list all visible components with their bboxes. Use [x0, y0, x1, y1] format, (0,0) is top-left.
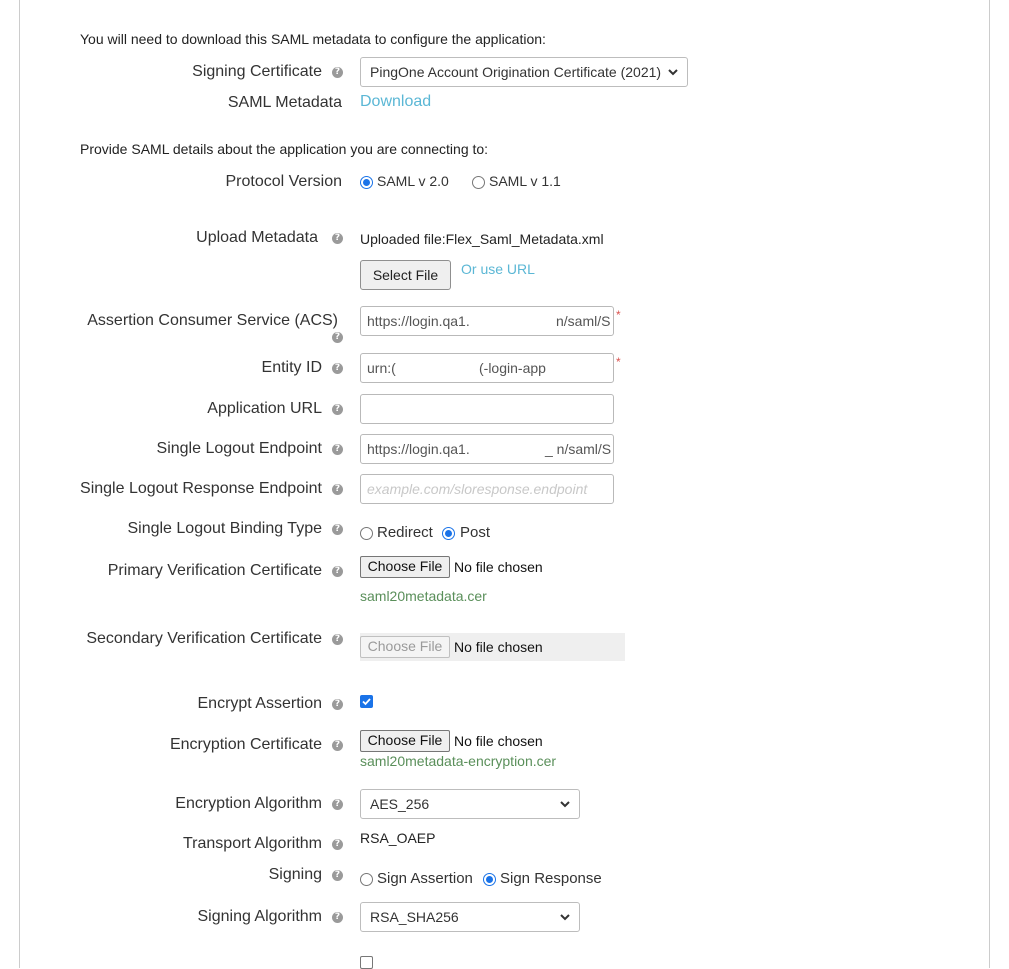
- protocol-saml11-label: SAML v 1.1: [489, 173, 561, 189]
- entity-id-value-end: (-login-app: [479, 360, 546, 376]
- encryption-algorithm-label: Encryption Algorithm: [175, 795, 322, 812]
- intro-details-text: Provide SAML details about the applicati…: [80, 141, 489, 157]
- secondary-cert-label: Secondary Verification Certificate: [86, 630, 322, 647]
- question-circle-icon[interactable]: ?: [332, 799, 343, 810]
- transport-algorithm-value: RSA_OAEP: [360, 830, 436, 846]
- encrypt-assertion-label: Encrypt Assertion: [197, 695, 323, 712]
- slo-binding-post-label: Post: [460, 524, 491, 541]
- application-url-label: Application URL: [207, 400, 322, 417]
- question-circle-icon[interactable]: ?: [332, 634, 343, 645]
- signing-certificate-select[interactable]: PingOne Account Origination Certificate …: [360, 57, 688, 87]
- slo-endpoint-input[interactable]: https://login.qa1. _ n/saml/S: [360, 434, 614, 464]
- slo-response-endpoint-input[interactable]: example.com/sloresponse.endpoint: [360, 474, 614, 504]
- question-circle-icon[interactable]: ?: [332, 363, 343, 374]
- chevron-down-icon: [560, 801, 570, 808]
- question-circle-icon[interactable]: ?: [332, 740, 343, 751]
- encryption-cert-file-status: No file chosen: [454, 733, 543, 749]
- protocol-saml11-radio[interactable]: [472, 176, 485, 189]
- primary-cert-label: Primary Verification Certificate: [107, 562, 322, 579]
- question-circle-icon[interactable]: ?: [332, 444, 343, 455]
- protocol-saml20-radio[interactable]: [360, 176, 373, 189]
- encryption-algorithm-select[interactable]: AES_256: [360, 789, 580, 819]
- acs-input[interactable]: https://login.qa1. n/saml/S: [360, 306, 614, 336]
- signing-sign-assertion-radio[interactable]: [360, 873, 373, 886]
- secondary-cert-choose-file-button: Choose File: [360, 636, 450, 658]
- chevron-down-icon: [560, 914, 570, 921]
- slo-binding-type-label: Single Logout Binding Type: [127, 520, 322, 537]
- signing-sign-response-label: Sign Response: [500, 870, 602, 887]
- question-circle-icon[interactable]: ?: [332, 839, 343, 850]
- acs-label: Assertion Consumer Service (ACS): [87, 312, 338, 329]
- question-circle-icon[interactable]: ?: [332, 484, 343, 495]
- signing-algorithm-select[interactable]: RSA_SHA256: [360, 902, 580, 932]
- entity-id-input[interactable]: urn:( (-login-app: [360, 353, 614, 383]
- signing-sign-assertion-label: Sign Assertion: [377, 870, 473, 887]
- question-circle-icon[interactable]: ?: [332, 524, 343, 535]
- acs-value-end: n/saml/S: [556, 313, 611, 329]
- slo-binding-redirect-label: Redirect: [377, 524, 433, 541]
- slo-endpoint-value-start: https://login.qa1.: [367, 441, 470, 457]
- signing-sign-response-radio[interactable]: [483, 873, 496, 886]
- primary-cert-filename: saml20metadata.cer: [360, 588, 487, 604]
- slo-response-endpoint-label: Single Logout Response Endpoint: [80, 480, 322, 497]
- saml-metadata-label: SAML Metadata: [227, 94, 342, 111]
- acs-value-start: https://login.qa1.: [367, 313, 470, 329]
- signing-certificate-value: PingOne Account Origination Certificate …: [370, 64, 662, 80]
- question-circle-icon[interactable]: ?: [332, 912, 343, 923]
- primary-cert-file-status: No file chosen: [454, 559, 543, 575]
- acs-required-marker: *: [616, 308, 621, 322]
- slo-binding-redirect-radio[interactable]: [360, 527, 373, 540]
- download-metadata-link[interactable]: Download: [360, 93, 431, 111]
- entity-id-value-start: urn:(: [367, 360, 396, 376]
- slo-response-endpoint-placeholder: example.com/sloresponse.endpoint: [367, 481, 588, 497]
- upload-metadata-label: Upload Metadata: [196, 229, 318, 246]
- chevron-down-icon: [668, 69, 678, 76]
- question-circle-icon[interactable]: ?: [332, 699, 343, 710]
- encrypt-assertion-checkbox[interactable]: [360, 695, 373, 708]
- question-circle-icon[interactable]: ?: [332, 870, 343, 881]
- primary-cert-choose-file-button[interactable]: Choose File: [360, 556, 450, 578]
- entity-id-label: Entity ID: [261, 359, 322, 376]
- slo-endpoint-value-end: _ n/saml/S: [545, 441, 612, 457]
- slo-binding-post-radio[interactable]: [442, 527, 455, 540]
- encryption-algorithm-value: AES_256: [370, 796, 430, 812]
- slo-endpoint-label: Single Logout Endpoint: [156, 440, 322, 457]
- signing-algorithm-value: RSA_SHA256: [370, 909, 459, 925]
- question-circle-icon[interactable]: ?: [332, 332, 343, 343]
- protocol-version-label: Protocol Version: [225, 173, 342, 190]
- transport-algorithm-label: Transport Algorithm: [182, 835, 322, 852]
- next-row-checkbox[interactable]: [360, 956, 373, 969]
- signing-certificate-label: Signing Certificate: [192, 63, 322, 80]
- encryption-cert-filename: saml20metadata-encryption.cer: [360, 753, 557, 769]
- entity-id-required-marker: *: [616, 355, 621, 369]
- encryption-cert-choose-file-button[interactable]: Choose File: [360, 730, 450, 752]
- question-circle-icon[interactable]: ?: [332, 566, 343, 577]
- encryption-cert-label: Encryption Certificate: [169, 736, 322, 753]
- uploaded-file-status: Uploaded file:Flex_Saml_Metadata.xml: [360, 231, 604, 247]
- signing-label: Signing: [268, 866, 322, 883]
- select-file-button[interactable]: Select File: [360, 260, 451, 290]
- application-url-input[interactable]: [360, 394, 614, 424]
- or-use-url-link[interactable]: Or use URL: [461, 261, 535, 277]
- intro-download-text: You will need to download this SAML meta…: [80, 31, 546, 47]
- checkmark-icon: [362, 698, 371, 706]
- question-circle-icon[interactable]: ?: [332, 404, 343, 415]
- secondary-cert-file-status: No file chosen: [454, 639, 543, 655]
- question-circle-icon[interactable]: ?: [332, 233, 343, 244]
- question-circle-icon[interactable]: ?: [332, 67, 343, 78]
- signing-algorithm-label: Signing Algorithm: [197, 908, 322, 925]
- protocol-saml20-label: SAML v 2.0: [377, 173, 449, 189]
